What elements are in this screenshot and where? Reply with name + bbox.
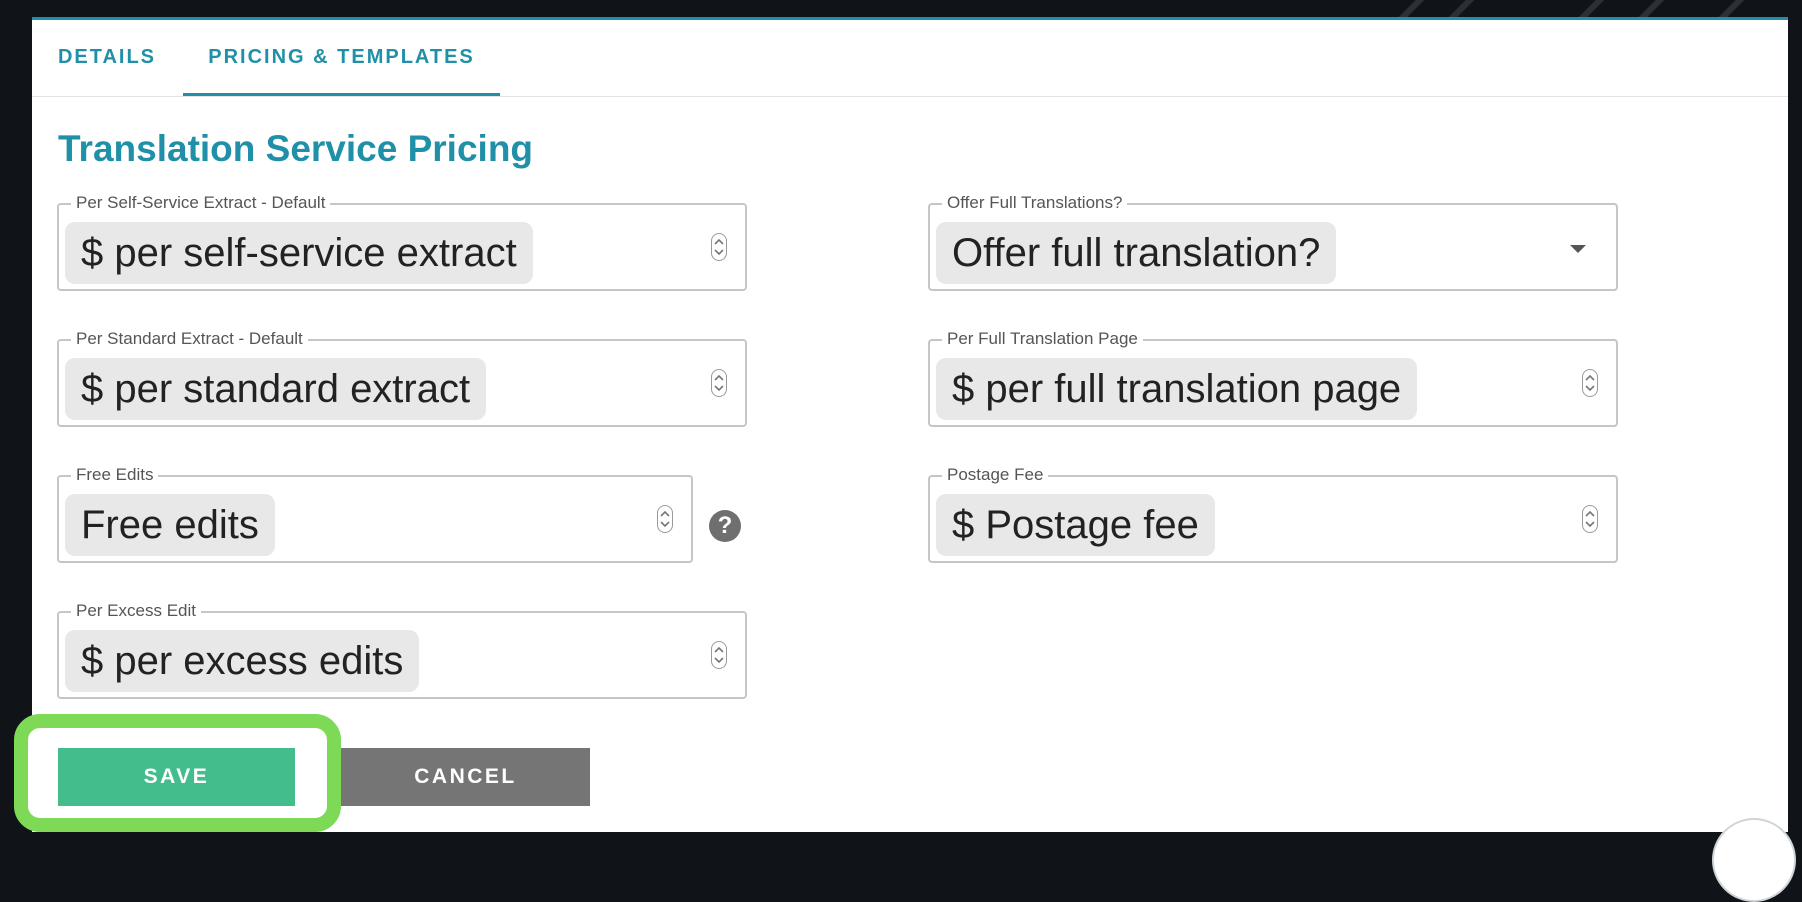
number-stepper-icon[interactable] [1582, 369, 1598, 397]
tab-details[interactable]: DETAILS [32, 20, 182, 96]
free-edits-field[interactable]: Free Edits Free edits [57, 465, 693, 563]
pricing-panel: DETAILS PRICING & TEMPLATES Translation … [32, 17, 1788, 832]
floating-action-circle[interactable] [1712, 818, 1796, 902]
section-title: Translation Service Pricing [58, 128, 534, 169]
field-label: Per Excess Edit [71, 601, 201, 621]
field-placeholder: $ per excess edits [65, 630, 420, 692]
tab-pricing-templates[interactable]: PRICING & TEMPLATES [183, 20, 500, 96]
field-placeholder: Offer full translation? [936, 222, 1337, 284]
field-placeholder: $ Postage fee [936, 494, 1215, 556]
per-full-translation-page-field[interactable]: Per Full Translation Page $ per full tra… [928, 329, 1618, 427]
cancel-button[interactable]: CANCEL [341, 748, 590, 806]
field-label: Free Edits [71, 465, 159, 485]
dropdown-arrow-icon[interactable] [1570, 245, 1586, 253]
number-stepper-icon[interactable] [657, 505, 673, 533]
help-icon[interactable]: ? [709, 510, 741, 542]
field-label: Per Standard Extract - Default [71, 329, 308, 349]
save-button[interactable]: SAVE [58, 748, 295, 806]
field-label: Postage Fee [942, 465, 1049, 485]
number-stepper-icon[interactable] [711, 641, 727, 669]
number-stepper-icon[interactable] [711, 369, 727, 397]
field-placeholder: $ per self-service extract [65, 222, 533, 284]
per-standard-extract-field[interactable]: Per Standard Extract - Default $ per sta… [57, 329, 747, 427]
field-label: Per Self-Service Extract - Default [71, 193, 331, 213]
postage-fee-field[interactable]: Postage Fee $ Postage fee [928, 465, 1618, 563]
field-placeholder: $ per full translation page [936, 358, 1418, 420]
field-placeholder: $ per standard extract [65, 358, 487, 420]
per-excess-edit-field[interactable]: Per Excess Edit $ per excess edits [57, 601, 747, 699]
number-stepper-icon[interactable] [711, 233, 727, 261]
offer-full-translations-select[interactable]: Offer Full Translations? Offer full tran… [928, 193, 1618, 291]
tab-bar: DETAILS PRICING & TEMPLATES [32, 20, 1788, 97]
field-label: Per Full Translation Page [942, 329, 1143, 349]
field-label: Offer Full Translations? [942, 193, 1128, 213]
number-stepper-icon[interactable] [1582, 505, 1598, 533]
field-placeholder: Free edits [65, 494, 275, 556]
per-self-service-extract-field[interactable]: Per Self-Service Extract - Default $ per… [57, 193, 747, 291]
